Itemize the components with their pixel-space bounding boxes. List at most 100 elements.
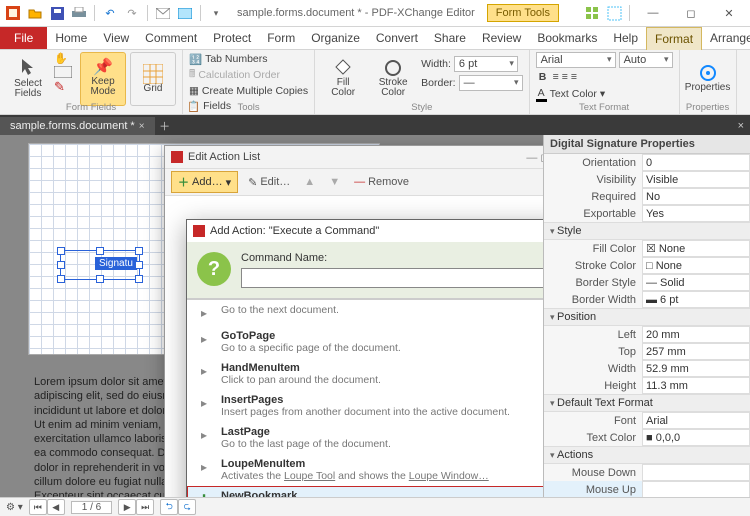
- redo-icon[interactable]: ↷: [123, 4, 141, 22]
- command-icon: ▸: [195, 394, 213, 412]
- tab-arrange[interactable]: Arrange: [702, 27, 750, 49]
- movedown-icon[interactable]: ▼: [325, 174, 344, 190]
- calc-order-button[interactable]: 🖩Calculation Order: [189, 67, 308, 83]
- tab-share[interactable]: Share: [426, 27, 474, 49]
- property-row[interactable]: ExportableYes: [544, 205, 750, 222]
- command-item[interactable]: ▸InsertPagesInsert pages from another do…: [187, 390, 543, 422]
- ribbon: Select Fields ✋ ✎ 📌Keep Mode Grid Form F…: [0, 50, 750, 115]
- page-nav[interactable]: ⏮◀: [29, 499, 65, 515]
- print-icon[interactable]: [70, 4, 88, 22]
- minimize-button[interactable]: —: [636, 2, 670, 24]
- border-select[interactable]: —: [459, 75, 523, 91]
- property-row[interactable]: Mouse Down: [544, 464, 750, 481]
- signature-field[interactable]: Signatu: [60, 250, 140, 280]
- align-left-icon[interactable]: ≡: [553, 71, 559, 83]
- command-item[interactable]: ▸HandMenuItemClick to pan around the doc…: [187, 358, 543, 390]
- document-tab[interactable]: sample.forms.document *×: [0, 117, 155, 135]
- width-select[interactable]: 6 pt: [454, 56, 518, 72]
- tab-protect[interactable]: Protect: [205, 27, 259, 49]
- tabstrip-close-icon[interactable]: ×: [732, 120, 750, 132]
- add-action-button[interactable]: ＋Add… ▾: [171, 171, 238, 193]
- section-position[interactable]: Position: [544, 308, 750, 326]
- document-canvas[interactable]: Signatu Lorem ipsum dolor sit amet, cons…: [0, 135, 543, 498]
- property-row[interactable]: VisibilityVisible: [544, 171, 750, 188]
- property-row[interactable]: RequiredNo: [544, 188, 750, 205]
- remove-action-button[interactable]: —Remove: [350, 174, 413, 190]
- page-nav-fwd[interactable]: ▶⏭: [118, 499, 154, 515]
- quick-access-toolbar: ↶ ↷ ▾ sample.forms.document * - PDF-XCha…: [0, 0, 750, 27]
- maximize-button[interactable]: ◻: [674, 2, 708, 24]
- moveup-icon[interactable]: ▲: [300, 174, 319, 190]
- properties-button[interactable]: Properties: [686, 52, 730, 104]
- tab-organize[interactable]: Organize: [303, 27, 368, 49]
- align-right-icon[interactable]: ≡: [571, 71, 577, 83]
- window-icon: [171, 151, 183, 163]
- section-style[interactable]: Style: [544, 222, 750, 240]
- select-fields-button[interactable]: Select Fields: [6, 52, 50, 104]
- bold-button[interactable]: B: [536, 71, 550, 83]
- scan-icon[interactable]: [176, 4, 194, 22]
- page-indicator[interactable]: 1 / 6: [71, 501, 112, 514]
- property-row[interactable]: Fill Color☒ None: [544, 240, 750, 257]
- keep-mode-button[interactable]: 📌Keep Mode: [80, 52, 126, 106]
- multiple-copies-button[interactable]: ▦Create Multiple Copies: [189, 84, 308, 98]
- new-tab-button[interactable]: ＋: [155, 118, 175, 134]
- menu-bar: File Home View Comment Protect Form Orga…: [0, 27, 750, 50]
- property-row[interactable]: Width52.9 mm: [544, 360, 750, 377]
- property-row[interactable]: Height11.3 mm: [544, 377, 750, 394]
- section-actions[interactable]: Actions: [544, 446, 750, 464]
- file-tab[interactable]: File: [0, 27, 47, 49]
- section-default-text-format[interactable]: Default Text Format: [544, 394, 750, 412]
- property-row[interactable]: Border Style— Solid: [544, 274, 750, 291]
- editwin-close-icon[interactable]: — ◻ ×: [526, 151, 543, 164]
- align-center-icon[interactable]: ≡: [562, 71, 568, 83]
- property-row[interactable]: Text Color■ 0,0,0: [544, 429, 750, 446]
- qat-more-icon[interactable]: ▾: [207, 4, 225, 22]
- open-icon[interactable]: [26, 4, 44, 22]
- tab-convert[interactable]: Convert: [368, 27, 426, 49]
- property-row[interactable]: Left20 mm: [544, 326, 750, 343]
- close-tab-icon[interactable]: ×: [139, 121, 145, 132]
- grid-button[interactable]: Grid: [130, 52, 176, 106]
- signature-field-label: Signatu: [95, 257, 137, 270]
- property-row[interactable]: Mouse Up: [544, 481, 750, 498]
- tab-form[interactable]: Form: [259, 27, 303, 49]
- group-label-style: Style: [315, 102, 528, 113]
- command-item[interactable]: ▸LoupeMenuItemActivates the Loupe Tool a…: [187, 454, 543, 486]
- command-item[interactable]: ▸LastPageGo to the last page of the docu…: [187, 422, 543, 454]
- command-dropdown[interactable]: ▸Go to the next document.▸GoToPageGo to …: [187, 299, 543, 498]
- tab-numbers-button[interactable]: 🔢Tab Numbers: [189, 52, 308, 66]
- property-row[interactable]: Top257 mm: [544, 343, 750, 360]
- hand-tool-icon[interactable]: ✋: [54, 52, 76, 65]
- text-field-icon[interactable]: [54, 66, 76, 78]
- mail-icon[interactable]: [154, 4, 172, 22]
- tab-view[interactable]: View: [95, 27, 137, 49]
- text-color-button[interactable]: AText Color ▾: [536, 86, 673, 102]
- tab-review[interactable]: Review: [474, 27, 529, 49]
- options-icon[interactable]: ⚙ ▾: [6, 502, 23, 513]
- undo-icon[interactable]: ↶: [101, 4, 119, 22]
- command-item[interactable]: ▸Go to the next document.: [187, 300, 543, 326]
- fill-color-button[interactable]: Fill Color: [321, 52, 365, 104]
- property-row[interactable]: Orientation0: [544, 154, 750, 171]
- tab-comment[interactable]: Comment: [137, 27, 205, 49]
- edit-action-button[interactable]: ✎Edit…: [244, 174, 294, 191]
- command-item[interactable]: ▸GoToPageGo to a specific page of the do…: [187, 326, 543, 358]
- quickhelp-icon[interactable]: [605, 4, 623, 22]
- tab-home[interactable]: Home: [47, 27, 95, 49]
- save-icon[interactable]: [48, 4, 66, 22]
- property-row[interactable]: Border Width▬ 6 pt: [544, 291, 750, 308]
- tab-format[interactable]: Format: [646, 27, 702, 50]
- close-button[interactable]: ✕: [712, 2, 746, 24]
- command-name-combo[interactable]: [241, 268, 543, 288]
- font-select[interactable]: Arial: [536, 52, 616, 68]
- tab-bookmarks[interactable]: Bookmarks: [529, 27, 605, 49]
- history-nav[interactable]: ⮌⮎: [160, 499, 196, 515]
- fontsize-select[interactable]: Auto: [619, 52, 673, 68]
- property-row[interactable]: Stroke Color□ None: [544, 257, 750, 274]
- stroke-color-button[interactable]: Stroke Color: [371, 52, 415, 104]
- ui-options-icon[interactable]: [583, 4, 601, 22]
- property-row[interactable]: FontArial: [544, 412, 750, 429]
- tab-help[interactable]: Help: [605, 27, 646, 49]
- signature-field-icon[interactable]: ✎: [54, 79, 76, 95]
